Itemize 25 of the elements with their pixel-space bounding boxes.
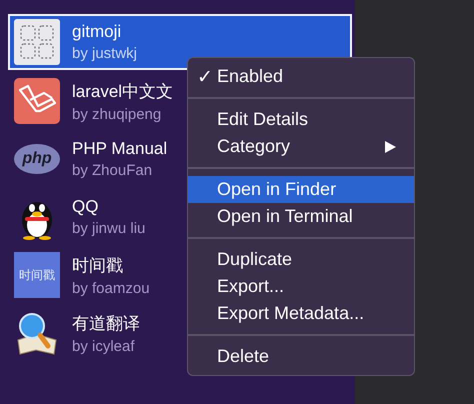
extension-author: by justwkj — [72, 45, 138, 62]
submenu-arrow-icon — [384, 141, 396, 153]
extension-title: 有道翻译 — [72, 312, 140, 334]
menu-item[interactable]: Delete — [188, 343, 414, 370]
extension-author: by zhuqipeng — [72, 106, 162, 122]
menu-item[interactable]: Duplicate — [188, 246, 414, 273]
menu-item[interactable]: Open in Finder — [188, 176, 414, 203]
extension-title: PHP Manual — [72, 139, 168, 159]
extension-author: by ZhouFan — [72, 162, 154, 179]
laravel-icon — [14, 78, 60, 124]
grid-icon — [14, 19, 60, 65]
menu-item[interactable]: Edit Details — [188, 106, 414, 133]
extension-title: QQ — [72, 197, 100, 217]
extension-title: 时间戳 — [72, 254, 124, 276]
extension-title: gitmoji — [72, 22, 122, 42]
menu-item[interactable]: Export... — [188, 273, 414, 300]
php-icon: php — [14, 144, 60, 174]
menu-item[interactable]: Open in Terminal — [188, 203, 414, 230]
clock-text-icon: 时间戳 — [14, 252, 60, 298]
menu-item[interactable]: Category — [188, 133, 414, 160]
extension-author: by foamzou — [72, 280, 150, 296]
extension-author: by icyleaf — [72, 338, 136, 354]
extension-title: laravel中文文 — [72, 80, 174, 102]
extension-author: by jinwu liu — [72, 220, 146, 237]
menu-item[interactable]: Export Metadata... — [188, 300, 414, 327]
